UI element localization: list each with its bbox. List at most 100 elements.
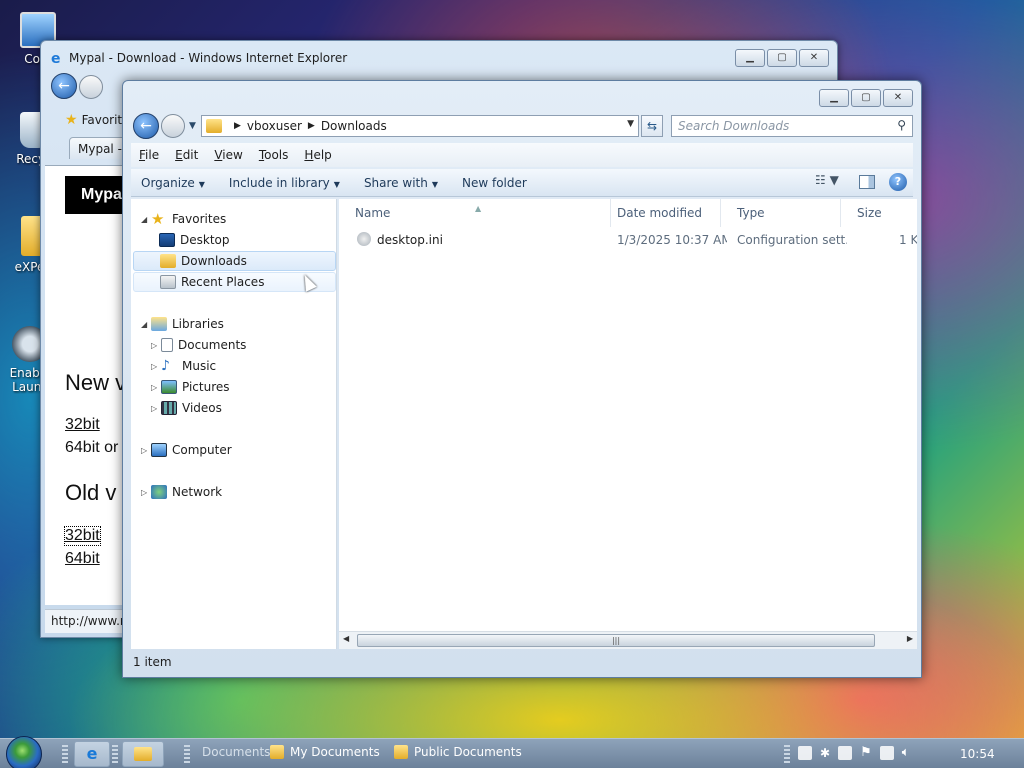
scroll-left-icon[interactable]: ◀ [343, 634, 349, 643]
close-button[interactable]: ✕ [799, 49, 829, 67]
ie-link-old-64bit[interactable]: 64bit [65, 550, 100, 568]
address-bar[interactable]: ▶ vboxuser ▶ Downloads ▼ [201, 115, 639, 137]
close-button[interactable]: ✕ [883, 89, 913, 107]
change-view-icon[interactable]: ☷ ▼ [815, 173, 845, 191]
ie-forward-button[interactable] [79, 75, 103, 99]
column-header-date[interactable]: Date modified [601, 199, 721, 227]
view-controls: ☷ ▼ ? [815, 173, 907, 191]
pictures-icon [161, 380, 177, 394]
taskbar-link-public-documents[interactable]: Public Documents [394, 745, 522, 759]
column-header-name[interactable]: Name ▲ [339, 199, 611, 227]
menu-tools[interactable]: Tools [251, 148, 297, 162]
search-icon[interactable]: ⚲ [897, 118, 906, 132]
nav-item-documents[interactable]: ▷ Documents [151, 335, 246, 355]
menu-help[interactable]: Help [296, 148, 339, 162]
nav-item-music[interactable]: ▷ ♪ Music [151, 356, 216, 376]
downloads-folder-icon [160, 254, 176, 268]
command-bar: Organize ▼ Include in library ▼ Share with… [131, 169, 913, 197]
organize-label: Organize [141, 175, 195, 190]
share-with-button[interactable]: Share with ▼ [354, 176, 452, 190]
search-placeholder: Search Downloads [678, 119, 790, 133]
ie-back-button[interactable]: ← [51, 73, 77, 99]
nav-item-computer[interactable]: ▷ Computer [141, 440, 232, 460]
forward-button[interactable] [161, 114, 185, 138]
search-input[interactable]: Search Downloads ⚲ [671, 115, 913, 137]
breadcrumb-separator-icon[interactable]: ▶ [308, 121, 315, 131]
menu-view[interactable]: View [206, 148, 250, 162]
collapse-arrow-icon[interactable]: ▷ [151, 404, 161, 413]
refresh-button[interactable]: ⇆ [641, 115, 663, 137]
taskbar-link-label: Public Documents [414, 745, 522, 759]
bluetooth-icon[interactable]: ✱ [820, 746, 830, 760]
nav-item-videos[interactable]: ▷ Videos [151, 398, 222, 418]
taskbar-ie-button[interactable]: e [74, 741, 110, 767]
column-header-label: Name [355, 206, 391, 220]
folder-icon [270, 745, 284, 759]
expand-arrow-icon[interactable]: ◢ [141, 320, 151, 329]
minimize-button[interactable]: ▁ [735, 49, 765, 67]
ie-tab[interactable]: Mypal - [69, 137, 129, 159]
ie-link-old-32bit[interactable]: 32bit [64, 526, 101, 546]
taskbar-grip [784, 745, 790, 763]
new-folder-button[interactable]: New folder [452, 176, 541, 190]
ie-link-new-32bit[interactable]: 32bit [65, 416, 100, 434]
ie-logo-icon: e [86, 744, 98, 763]
organize-button[interactable]: Organize ▼ [131, 176, 219, 190]
system-tray: ✱ ⚑ 🔈︎ [798, 745, 910, 760]
folder-icon [134, 747, 152, 761]
recent-pages-dropdown[interactable]: ▼ [189, 121, 196, 131]
ie-heading-old: Old v [65, 480, 117, 505]
breadcrumb-separator-icon[interactable]: ▶ [234, 121, 241, 131]
file-list: Name ▲ Date modified Type Size desktop.i… [339, 199, 917, 649]
file-name-cell: desktop.ini [357, 229, 597, 251]
volume-icon[interactable]: 🔈︎ [902, 745, 910, 760]
display-icon[interactable] [798, 745, 812, 760]
collapse-arrow-icon[interactable]: ▷ [141, 446, 151, 455]
ie-logo-icon: e [51, 51, 61, 67]
taskbar-explorer-button[interactable] [122, 741, 164, 767]
collapse-arrow-icon[interactable]: ▷ [151, 362, 161, 371]
column-header-type[interactable]: Type [721, 199, 841, 227]
collapse-arrow-icon[interactable]: ▷ [151, 341, 161, 350]
videos-icon [161, 401, 177, 415]
scrollbar-thumb[interactable]: ||| [357, 634, 875, 647]
table-row[interactable]: desktop.ini 1/3/2025 10:37 AM Configurat… [339, 229, 917, 251]
address-dropdown-icon[interactable]: ▼ [627, 119, 634, 129]
nav-label: Libraries [172, 317, 224, 331]
include-in-library-button[interactable]: Include in library ▼ [219, 176, 354, 190]
collapse-arrow-icon[interactable]: ▷ [141, 488, 151, 497]
minimize-button[interactable]: ▁ [819, 89, 849, 107]
explorer-window-controls: ▁ ▢ ✕ [819, 89, 913, 107]
clipboard-icon[interactable] [838, 745, 853, 760]
explorer-window[interactable]: ▁ ▢ ✕ ← ▼ ▶ vboxuser ▶ Downloads ▼ ⇆ Sea… [122, 80, 922, 678]
maximize-button[interactable]: ▢ [851, 89, 881, 107]
taskbar-link-documents[interactable]: Documents [202, 745, 270, 759]
menu-file[interactable]: File [131, 148, 167, 162]
preview-pane-icon[interactable] [859, 175, 875, 189]
scroll-right-icon[interactable]: ▶ [907, 634, 913, 643]
nav-item-pictures[interactable]: ▷ Pictures [151, 377, 230, 397]
expand-arrow-icon[interactable]: ◢ [141, 215, 151, 224]
breadcrumb-vboxuser[interactable]: vboxuser [247, 119, 302, 133]
column-header-size[interactable]: Size [841, 199, 917, 227]
desktop-icon [159, 233, 175, 247]
clock[interactable]: 10:54 [960, 747, 995, 761]
start-button[interactable] [6, 736, 42, 768]
folder-icon [394, 745, 408, 759]
horizontal-scrollbar[interactable]: ◀ ||| ▶ [339, 631, 917, 649]
help-icon[interactable]: ? [889, 173, 907, 191]
nav-item-libraries[interactable]: ◢ Libraries [141, 314, 224, 334]
menu-edit[interactable]: Edit [167, 148, 206, 162]
back-button[interactable]: ← [133, 113, 159, 139]
nav-item-network[interactable]: ▷ Network [141, 482, 222, 502]
nav-item-desktop[interactable]: Desktop [159, 230, 329, 250]
nav-item-downloads[interactable]: Downloads [133, 251, 336, 271]
taskbar-link-my-documents[interactable]: My Documents [270, 745, 380, 759]
ie-window-title: Mypal - Download - Windows Internet Expl… [69, 51, 348, 65]
network-tray-icon[interactable] [879, 745, 894, 760]
flag-icon[interactable]: ⚑ [860, 745, 872, 760]
maximize-button[interactable]: ▢ [767, 49, 797, 67]
breadcrumb-downloads[interactable]: Downloads [321, 119, 387, 133]
collapse-arrow-icon[interactable]: ▷ [151, 383, 161, 392]
nav-item-favorites[interactable]: ◢ ★ Favorites [141, 209, 226, 229]
